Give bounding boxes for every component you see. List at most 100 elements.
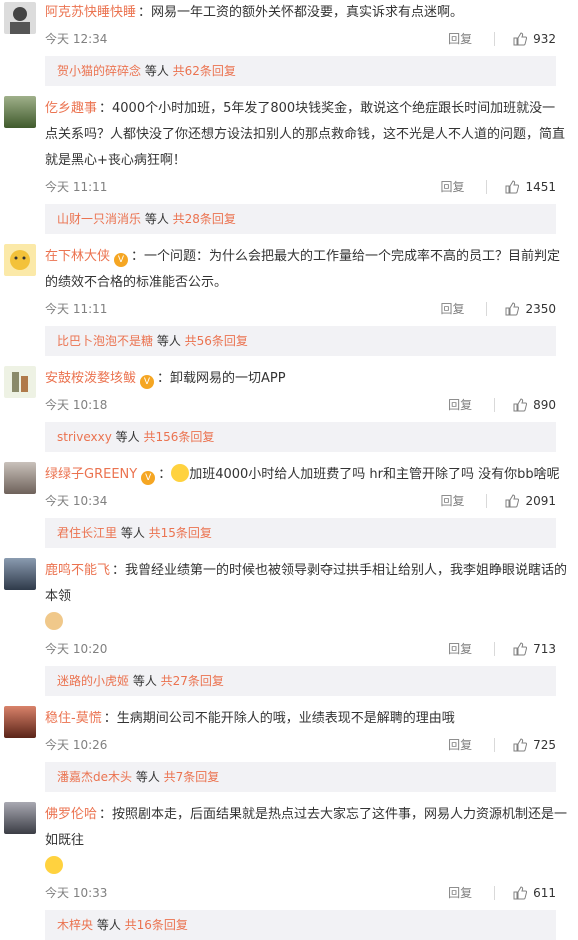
replies-summary[interactable]: 比巴卜泡泡不是糖 等人 共56条回复 xyxy=(45,326,556,356)
thumbs-up-icon[interactable] xyxy=(513,886,528,900)
smile-emoji-icon xyxy=(45,856,63,874)
comment-username[interactable]: 在下林大侠 xyxy=(45,249,110,264)
comment-text: 阿克苏快睡快睡 ：网易一年工资的额外关怀都没要，真实诉求有点迷啊。 xyxy=(45,0,568,26)
replies-summary[interactable]: 山财一只消消乐 等人 共28条回复 xyxy=(45,204,556,234)
like-count: 611 xyxy=(533,886,556,900)
like-count: 1451 xyxy=(525,180,556,194)
comment-meta: 今天 10:20 回复 713 xyxy=(45,636,568,662)
thumbs-up-icon[interactable] xyxy=(505,494,520,508)
avatar[interactable] xyxy=(4,2,36,34)
comment-item: 阿克苏快睡快睡 ：网易一年工资的额外关怀都没要，真实诉求有点迷啊。 今天 12:3… xyxy=(0,0,578,86)
replies-summary[interactable]: strivexxy 等人 共156条回复 xyxy=(45,422,556,452)
reply-etc: 等人 xyxy=(93,918,125,932)
reply-count[interactable]: 共156条回复 xyxy=(143,430,214,444)
avatar[interactable] xyxy=(4,706,36,738)
thumbs-up-icon[interactable] xyxy=(513,642,528,656)
comment-meta: 今天 10:18 回复 890 xyxy=(45,392,568,418)
reply-username[interactable]: 君住长江里 xyxy=(57,526,117,540)
comment-meta: 今天 10:26 回复 725 xyxy=(45,732,568,758)
replies-summary[interactable]: 贺小猫的碎碎念 等人 共62条回复 xyxy=(45,56,556,86)
comment-username[interactable]: 阿克苏快睡快睡 xyxy=(45,5,136,20)
comment-body: ：我曾经业绩第一的时候也被领导剥夺过拱手相让给别人，我李姐睁眼说瞎话的本领 xyxy=(45,563,568,604)
comment-time: 今天 11:11 xyxy=(45,180,108,194)
reply-username[interactable]: strivexxy xyxy=(57,430,112,444)
comment-username[interactable]: 鹿鸣不能飞 xyxy=(45,563,110,578)
reply-username[interactable]: 木梓央 xyxy=(57,918,93,932)
comment-item: 在下林大侠 V ：一个问题：为什么会把最大的工作量给一个完成率不高的员工？目前判定的… xyxy=(0,234,578,356)
reply-button[interactable]: 回复 xyxy=(448,880,472,906)
thumbs-up-icon[interactable] xyxy=(505,180,520,194)
like-count: 2350 xyxy=(525,302,556,316)
comment-username[interactable]: 佛罗伦哈 xyxy=(45,807,97,822)
comment-time: 今天 10:34 xyxy=(45,494,108,508)
divider xyxy=(486,494,488,508)
comment-text: 安鼓桉泼婺垓鲅 V ：卸载网易的一切APP xyxy=(45,366,568,392)
reply-username[interactable]: 贺小猫的碎碎念 xyxy=(57,64,141,78)
thumbs-up-icon[interactable] xyxy=(513,398,528,412)
comment-item: 仡乡趣事 ：4000个小时加班，5年发了800块钱奖金，敢说这个绝症跟长时间加班就… xyxy=(0,86,578,234)
avatar[interactable] xyxy=(4,244,36,276)
reply-count[interactable]: 共62条回复 xyxy=(173,64,236,78)
reply-button[interactable]: 回复 xyxy=(448,636,472,662)
reply-count[interactable]: 共27条回复 xyxy=(161,674,224,688)
avatar[interactable] xyxy=(4,558,36,590)
reply-button[interactable]: 回复 xyxy=(448,732,472,758)
comment-meta: 今天 12:34 回复 932 xyxy=(45,26,568,52)
comment-username[interactable]: 稳住-莫慌 xyxy=(45,711,102,726)
reply-button[interactable]: 回复 xyxy=(448,392,472,418)
like-count: 890 xyxy=(533,398,556,412)
replies-summary[interactable]: 潘嘉杰de木头 等人 共7条回复 xyxy=(45,762,556,792)
reply-username[interactable]: 山财一只消消乐 xyxy=(57,212,141,226)
reply-button[interactable]: 回复 xyxy=(440,174,464,200)
reply-count[interactable]: 共15条回复 xyxy=(149,526,212,540)
reply-button[interactable]: 回复 xyxy=(440,296,464,322)
reply-username[interactable]: 迷路的小虎姬 xyxy=(57,674,129,688)
replies-summary[interactable]: 迷路的小虎姬 等人 共27条回复 xyxy=(45,666,556,696)
comment-time: 今天 10:26 xyxy=(45,738,108,752)
reply-count[interactable]: 共56条回复 xyxy=(185,334,248,348)
comment-text: 绿绿子GREENY V：加班4000小时给人加班费了吗 hr和主管开除了吗 没有你… xyxy=(45,462,568,488)
doge-emoji-icon xyxy=(45,612,63,630)
reply-count[interactable]: 共16条回复 xyxy=(125,918,188,932)
reply-username[interactable]: 潘嘉杰de木头 xyxy=(57,770,132,784)
comment-body: ：网易一年工资的额外关怀都没要，真实诉求有点迷啊。 xyxy=(138,5,464,20)
comment-time: 今天 10:20 xyxy=(45,642,108,656)
avatar[interactable] xyxy=(4,802,36,834)
comment-username[interactable]: 仡乡趣事 xyxy=(45,101,97,116)
comment-text: 稳住-莫慌 ：生病期间公司不能开除人的哦，业绩表现不是解聘的理由哦 xyxy=(45,706,568,732)
divider xyxy=(494,886,496,900)
like-count: 713 xyxy=(533,642,556,656)
reply-etc: 等人 xyxy=(111,430,144,444)
comment-text: 仡乡趣事 ：4000个小时加班，5年发了800块钱奖金，敢说这个绝症跟长时间加班就… xyxy=(45,96,568,174)
grin-emoji-icon xyxy=(171,464,190,482)
comment-item: 安鼓桉泼婺垓鲅 V ：卸载网易的一切APP 今天 10:18 回复 890 stri… xyxy=(0,356,578,452)
comment-text: 在下林大侠 V ：一个问题：为什么会把最大的工作量给一个完成率不高的员工？目前判定的… xyxy=(45,244,568,296)
comment-username[interactable]: 安鼓桉泼婺垓鲅 xyxy=(45,371,136,386)
reply-button[interactable]: 回复 xyxy=(440,488,464,514)
reply-count[interactable]: 共28条回复 xyxy=(173,212,236,226)
reply-button[interactable]: 回复 xyxy=(448,26,472,52)
divider xyxy=(494,738,496,752)
reply-username[interactable]: 比巴卜泡泡不是糖 xyxy=(57,334,153,348)
replies-summary[interactable]: 木梓央 等人 共16条回复 xyxy=(45,910,556,940)
comment-item: 稳住-莫慌 ：生病期间公司不能开除人的哦，业绩表现不是解聘的理由哦 今天 10:2… xyxy=(0,696,578,792)
comment-meta: 今天 11:11 回复 1451 xyxy=(45,174,568,200)
avatar[interactable] xyxy=(4,96,36,128)
avatar[interactable] xyxy=(4,462,36,494)
comment-item: 佛罗伦哈 ：按照剧本走，后面结果就是热点过去大家忘了这件事，网易人力资源机制还是一… xyxy=(0,792,578,940)
comment-time: 今天 12:34 xyxy=(45,32,108,46)
comment-time: 今天 10:33 xyxy=(45,886,108,900)
vip-badge-icon: V xyxy=(141,471,156,485)
like-count: 932 xyxy=(533,32,556,46)
comment-body: ：按照剧本走，后面结果就是热点过去大家忘了这件事，网易人力资源机制还是一如既往 xyxy=(45,807,568,848)
divider xyxy=(494,398,496,412)
thumbs-up-icon[interactable] xyxy=(513,738,528,752)
comment-username[interactable]: 绿绿子GREENY xyxy=(45,467,137,482)
avatar[interactable] xyxy=(4,366,36,398)
comment-time: 今天 11:11 xyxy=(45,302,108,316)
thumbs-up-icon[interactable] xyxy=(505,302,520,316)
reply-count[interactable]: 共7条回复 xyxy=(164,770,220,784)
divider xyxy=(486,302,488,316)
thumbs-up-icon[interactable] xyxy=(513,32,528,46)
replies-summary[interactable]: 君住长江里 等人 共15条回复 xyxy=(45,518,556,548)
